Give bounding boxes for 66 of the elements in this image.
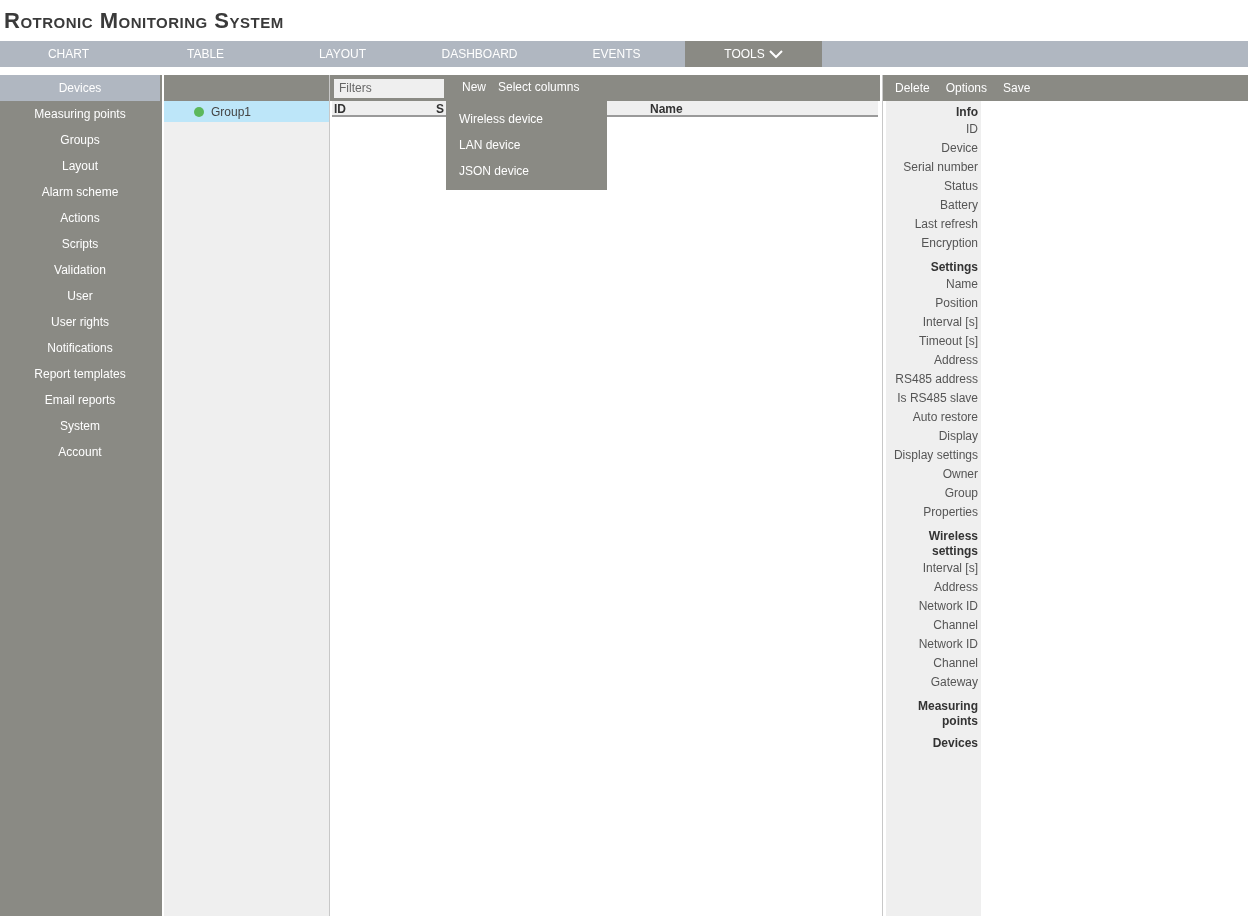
section-heading: Devices bbox=[931, 736, 978, 751]
toolbar-button[interactable]: Save bbox=[1003, 79, 1031, 97]
sidebar-item[interactable]: Measuring points bbox=[0, 101, 160, 127]
nav-tab[interactable]: LAYOUT bbox=[274, 41, 411, 67]
field-label: Status bbox=[943, 178, 978, 195]
field-label: Network ID bbox=[918, 636, 978, 653]
sidebar-item[interactable]: Validation bbox=[0, 257, 160, 283]
field-label: Last refresh bbox=[914, 216, 978, 233]
field-label: Device bbox=[941, 140, 978, 157]
field-label: Auto restore bbox=[912, 409, 978, 426]
sidebar-item[interactable]: User bbox=[0, 283, 160, 309]
filter-field[interactable]: Filters bbox=[334, 78, 444, 98]
group-row[interactable]: Group1 bbox=[164, 101, 329, 122]
sidebar-item[interactable]: Groups bbox=[0, 127, 160, 153]
field-label: Position bbox=[935, 295, 978, 312]
nav-tab[interactable]: EVENTS bbox=[548, 41, 685, 67]
field-label: Interval [s] bbox=[922, 314, 978, 331]
toolbar-button[interactable]: Select columns bbox=[498, 77, 580, 96]
field-label: Is RS485 slave bbox=[897, 390, 978, 407]
menu-item[interactable]: Wireless device bbox=[446, 106, 607, 132]
field-label: Channel bbox=[933, 617, 978, 634]
sidebar-item[interactable]: Devices bbox=[0, 75, 160, 101]
toolbar-button[interactable]: New bbox=[462, 77, 486, 96]
field-label: Owner bbox=[942, 466, 978, 483]
field-label: RS485 address bbox=[895, 371, 978, 388]
sidebar-item[interactable]: Report templates bbox=[0, 361, 160, 387]
section-heading: Info bbox=[955, 105, 978, 120]
field-label: Encryption bbox=[921, 235, 978, 252]
app-title: Rotronic Monitoring System bbox=[4, 7, 284, 35]
field-label: Group bbox=[944, 485, 978, 502]
menu-item[interactable]: JSON device bbox=[446, 158, 607, 184]
field-label: Properties bbox=[923, 504, 978, 521]
field-label: Gateway bbox=[930, 674, 978, 691]
field-label: Timeout [s] bbox=[919, 333, 978, 350]
field-label: ID bbox=[966, 121, 978, 138]
column-header[interactable]: ID bbox=[332, 101, 436, 115]
nav-tab[interactable]: TOOLS bbox=[685, 41, 822, 67]
field-label: Address bbox=[933, 579, 978, 596]
field-label: Serial number bbox=[903, 159, 978, 176]
group-label: Group1 bbox=[211, 103, 252, 121]
sidebar-item[interactable]: Scripts bbox=[0, 231, 160, 257]
field-label: Interval [s] bbox=[922, 560, 978, 577]
sidebar-item[interactable]: Layout bbox=[0, 153, 160, 179]
field-label: Name bbox=[946, 276, 978, 293]
field-label: Network ID bbox=[918, 598, 978, 615]
section-heading: Measuring points bbox=[917, 699, 978, 729]
section-heading: Settings bbox=[929, 260, 978, 275]
field-label: Channel bbox=[933, 655, 978, 672]
sidebar-item[interactable]: Email reports bbox=[0, 387, 160, 413]
field-label: Display settings bbox=[893, 447, 978, 464]
sidebar-item[interactable]: Actions bbox=[0, 205, 160, 231]
field-label: Display bbox=[938, 428, 978, 445]
nav-tab[interactable]: CHART bbox=[0, 41, 137, 67]
sidebar-item[interactable]: Alarm scheme bbox=[0, 179, 160, 205]
nav-tab[interactable]: DASHBOARD bbox=[411, 41, 548, 67]
field-label: Address bbox=[933, 352, 978, 369]
section-heading: Wireless settings bbox=[927, 529, 978, 559]
toolbar-button[interactable]: Delete bbox=[895, 79, 930, 97]
sidebar-item[interactable]: System bbox=[0, 413, 160, 439]
sidebar-item[interactable]: Notifications bbox=[0, 335, 160, 361]
field-label: Battery bbox=[940, 197, 978, 214]
nav-tab[interactable]: TABLE bbox=[137, 41, 274, 67]
sidebar-item[interactable]: User rights bbox=[0, 309, 160, 335]
sidebar-item[interactable]: Account bbox=[0, 439, 160, 465]
menu-item[interactable]: LAN device bbox=[446, 132, 607, 158]
toolbar-button[interactable]: Options bbox=[945, 79, 988, 97]
